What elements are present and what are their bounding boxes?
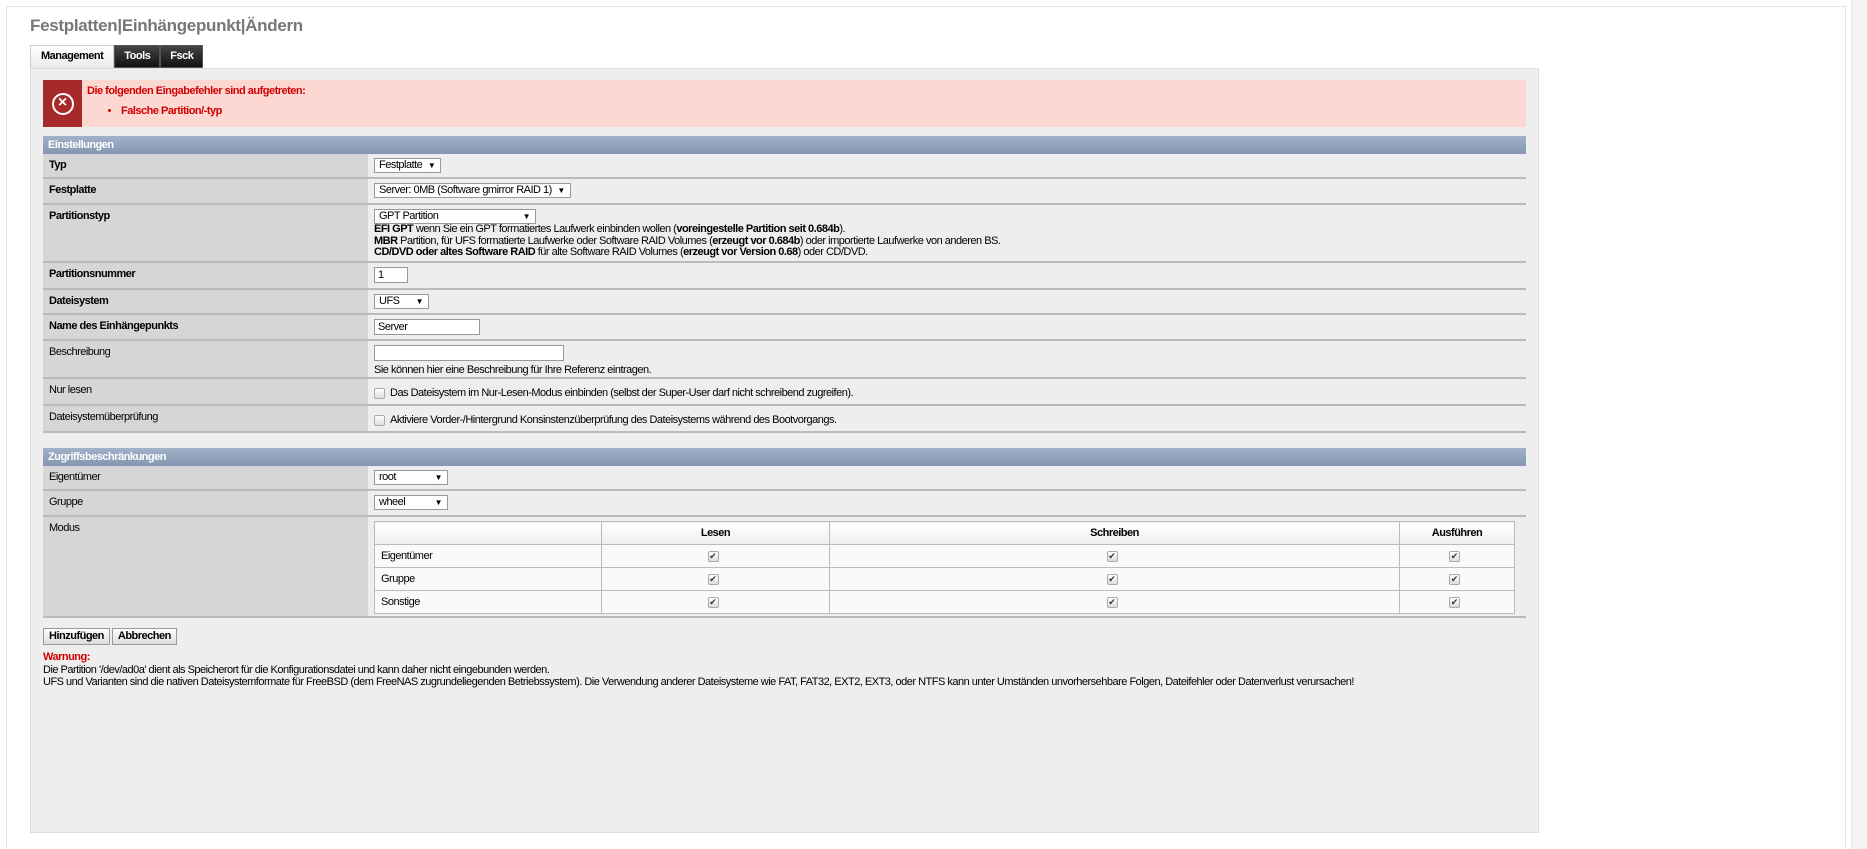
type-select[interactable]: Festplatte ▼	[374, 158, 442, 173]
dropdown-arrow-icon: ▼	[434, 498, 443, 507]
label: Festplatte	[43, 179, 368, 203]
warning-line: Die Partition '/dev/ad0a' dient als Spei…	[43, 663, 550, 676]
readonly-text: Das Dateisystem im Nur-Lesen-Modus einbi…	[390, 387, 854, 399]
description-hint: Sie können hier eine Beschreibung für Ih…	[374, 364, 652, 376]
group-write-checkbox[interactable]: ✔	[1106, 573, 1118, 585]
fsck-checkbox[interactable]	[374, 414, 385, 426]
section-header: Einstellungen	[43, 136, 1526, 154]
error-icon: ×	[43, 80, 82, 127]
dropdown-arrow-icon: ▼	[427, 161, 436, 170]
scrollbar[interactable]	[1851, 0, 1867, 849]
tab-management[interactable]: Management	[30, 45, 115, 68]
group-read-checkbox[interactable]: ✔	[707, 573, 719, 585]
partition-help-3: CD/DVD oder altes Software RAID für alte…	[374, 246, 868, 258]
label: Dateisystem	[43, 290, 368, 313]
warning-line: UFS und Varianten sind die nativen Datei…	[43, 676, 1354, 688]
partition-type-select[interactable]: GPT Partition ▼	[374, 209, 536, 224]
owner-write-checkbox[interactable]: ✔	[1106, 550, 1118, 562]
description-input[interactable]	[374, 345, 564, 361]
label: Nur lesen	[43, 379, 368, 404]
label: Partitionsnummer	[43, 263, 368, 288]
mountpoint-name-input[interactable]: Server	[374, 319, 480, 335]
fsck-text: Aktiviere Vorder-/Hintergrund Konsinsten…	[390, 414, 837, 426]
label: Modus	[43, 517, 368, 616]
warning-block: Warnung: Die Partition '/dev/ad0a' dient…	[43, 651, 1354, 689]
label: Typ	[43, 154, 368, 177]
partition-number-input[interactable]: 1	[374, 267, 408, 283]
dropdown-arrow-icon: ▼	[557, 186, 565, 195]
error-box: × Die folgenden Eingabefehler sind aufge…	[43, 80, 1526, 127]
group-exec-checkbox[interactable]: ✔	[1449, 573, 1460, 585]
error-heading: Die folgenden Eingabefehler sind aufgetr…	[87, 85, 306, 97]
table-row: Sonstige ✔ ✔ ✔	[374, 590, 1515, 614]
label: Dateisystemüberprüfung	[43, 406, 368, 431]
tab-tools[interactable]: Tools	[114, 45, 161, 68]
other-read-checkbox[interactable]: ✔	[707, 596, 719, 608]
label: Eigentümer	[43, 466, 368, 489]
cancel-button[interactable]: Abbrechen	[111, 628, 177, 645]
error-item: Falsche Partition/-typ	[121, 105, 305, 117]
owner-select[interactable]: root ▼	[374, 470, 448, 485]
add-button[interactable]: Hinzufügen	[43, 628, 110, 645]
mode-table: Lesen Schreiben Ausführen Eigentümer ✔ ✔ ✔ Gr…	[374, 521, 1515, 614]
dropdown-arrow-icon: ▼	[415, 297, 424, 306]
access-section: Zugriffsbeschränkungen Eigentümer root ▼ …	[43, 448, 1526, 645]
owner-exec-checkbox[interactable]: ✔	[1449, 550, 1460, 562]
table-row: Gruppe ✔ ✔ ✔	[374, 567, 1515, 591]
section-header: Zugriffsbeschränkungen	[43, 448, 1526, 466]
table-row: Eigentümer ✔ ✔ ✔	[374, 544, 1515, 568]
warning-title: Warnung:	[43, 651, 90, 663]
other-write-checkbox[interactable]: ✔	[1106, 596, 1118, 608]
tab-fsck[interactable]: Fsck	[160, 45, 204, 68]
dropdown-arrow-icon: ▼	[522, 212, 531, 221]
label: Name des Einhängepunkts	[43, 315, 368, 339]
readonly-checkbox[interactable]	[374, 387, 385, 399]
tab-bar: Management Tools Fsck	[30, 45, 204, 68]
page-title: Festplatten|Einhängepunkt|Ändern	[30, 16, 303, 35]
label: Beschreibung	[43, 341, 368, 377]
filesystem-select[interactable]: UFS ▼	[374, 294, 429, 309]
settings-section: Einstellungen Typ Festplatte ▼ Festplatte…	[43, 136, 1526, 433]
disk-select[interactable]: Server: 0MB (Software gmirror RAID 1) ▼	[374, 183, 571, 198]
owner-read-checkbox[interactable]: ✔	[707, 550, 719, 562]
label: Gruppe	[43, 491, 368, 515]
group-select[interactable]: wheel ▼	[374, 495, 448, 510]
other-exec-checkbox[interactable]: ✔	[1449, 596, 1460, 608]
label: Partitionstyp	[43, 205, 368, 261]
dropdown-arrow-icon: ▼	[434, 473, 443, 482]
form-panel: × Die folgenden Eingabefehler sind aufge…	[30, 68, 1539, 833]
